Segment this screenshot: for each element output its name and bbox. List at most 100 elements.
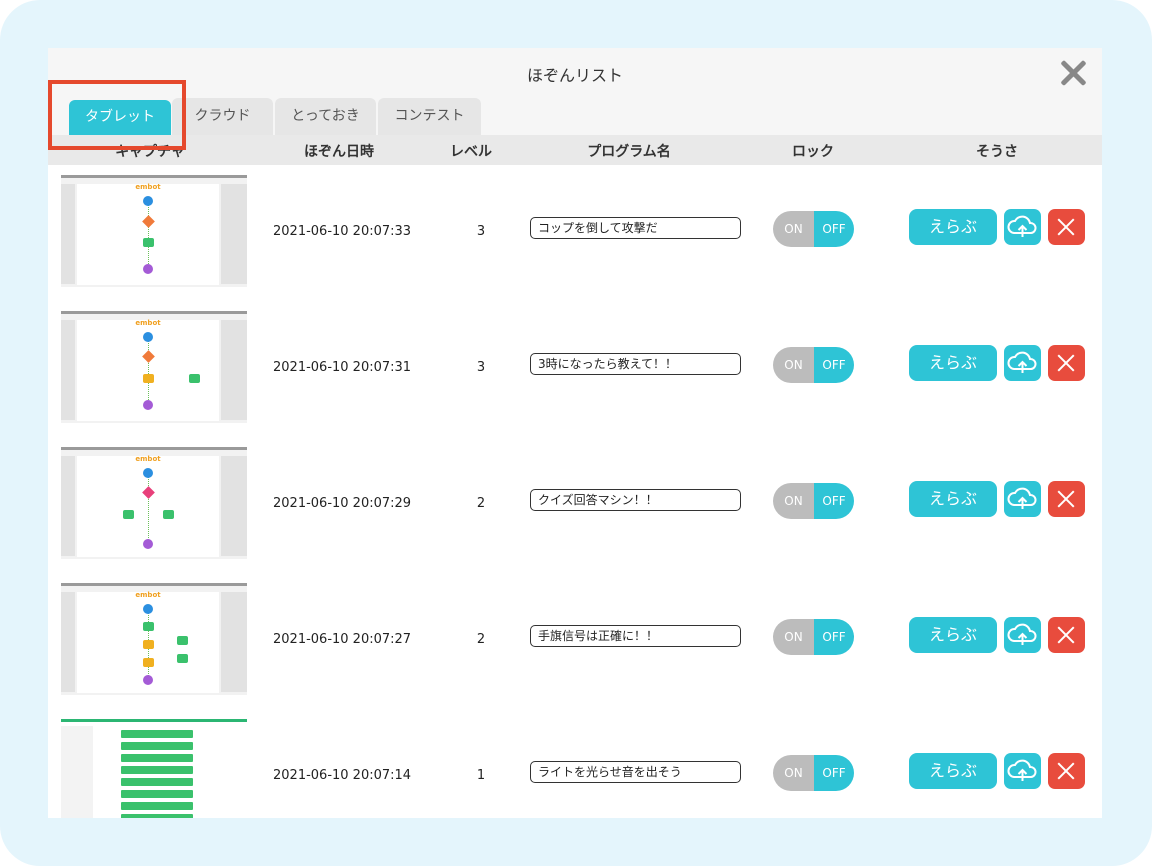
col-lock: ロック bbox=[792, 144, 834, 160]
lock-toggle[interactable]: ON OFF bbox=[773, 347, 854, 383]
thumb-brand: embot bbox=[135, 183, 161, 191]
thumb-canvas: embot bbox=[77, 455, 219, 557]
thumb-end-node bbox=[143, 539, 153, 549]
level-value: 3 bbox=[476, 224, 486, 239]
program-thumbnail[interactable]: embot bbox=[61, 175, 247, 287]
thumb-action-node-2 bbox=[163, 510, 174, 519]
cloud-upload-icon bbox=[1007, 759, 1037, 781]
col-name: プログラム名 bbox=[587, 144, 671, 160]
program-thumbnail[interactable]: embot bbox=[61, 447, 247, 559]
upload-cloud-icon[interactable] bbox=[1004, 753, 1041, 789]
level-value: 1 bbox=[476, 768, 486, 783]
lock-toggle[interactable]: ON OFF bbox=[773, 755, 854, 791]
delete-button[interactable] bbox=[1048, 617, 1085, 653]
thumb-side-action-node-2 bbox=[177, 654, 188, 663]
thumb-action-node bbox=[143, 238, 154, 247]
lock-on[interactable]: ON bbox=[773, 347, 814, 383]
col-ops: そうさ bbox=[976, 144, 1018, 160]
upload-cloud-icon[interactable] bbox=[1004, 209, 1041, 245]
program-name-field[interactable]: クイズ回答マシン！！ bbox=[530, 489, 741, 511]
table-row: embot 2021-06-10 20:07:31 3 3時になったら教えて！！… bbox=[48, 302, 1102, 438]
upload-cloud-icon[interactable] bbox=[1004, 481, 1041, 517]
cloud-upload-icon bbox=[1007, 487, 1037, 509]
tab-contest[interactable]: コンテスト bbox=[378, 98, 481, 135]
level-value: 2 bbox=[476, 632, 486, 647]
thumb-action-node bbox=[143, 622, 154, 631]
save-date: 2021-06-10 20:07:31 bbox=[273, 360, 412, 375]
lock-on[interactable]: ON bbox=[773, 755, 814, 791]
thumb-connector bbox=[148, 200, 149, 272]
col-level: レベル bbox=[450, 144, 492, 160]
table-row: embot 2021-06-10 20:07:33 3 コップを倒して攻撃だ O… bbox=[48, 166, 1102, 302]
lock-on[interactable]: ON bbox=[773, 619, 814, 655]
select-button[interactable]: えらぶ bbox=[909, 617, 997, 653]
tab-favorites[interactable]: とっておき bbox=[275, 98, 376, 135]
thumb-connector bbox=[148, 472, 149, 544]
program-name-field[interactable]: 3時になったら教えて！！ bbox=[530, 353, 741, 375]
save-date: 2021-06-10 20:07:27 bbox=[273, 632, 412, 647]
thumb-side-action-node bbox=[177, 636, 188, 645]
lock-on[interactable]: ON bbox=[773, 211, 814, 247]
thumb-condition-node bbox=[142, 350, 155, 363]
delete-button[interactable] bbox=[1048, 209, 1085, 245]
lock-toggle[interactable]: ON OFF bbox=[773, 619, 854, 655]
lock-toggle[interactable]: ON OFF bbox=[773, 483, 854, 519]
col-capture: キャプチャ bbox=[115, 144, 185, 160]
thumb-block bbox=[121, 778, 193, 786]
table-row: embot 2021-06-10 20:07:27 2 手旗信号は正確に！！ O… bbox=[48, 574, 1102, 710]
lock-off[interactable]: OFF bbox=[814, 347, 854, 383]
col-date: ほぞん日時 bbox=[304, 144, 374, 160]
cloud-upload-icon bbox=[1007, 623, 1037, 645]
select-button[interactable]: えらぶ bbox=[909, 345, 997, 381]
delete-button[interactable] bbox=[1048, 481, 1085, 517]
thumb-action-node bbox=[189, 374, 200, 383]
thumb-action-node bbox=[123, 510, 134, 519]
thumb-block bbox=[121, 814, 193, 818]
level-value: 3 bbox=[476, 360, 486, 375]
program-thumbnail[interactable]: embot bbox=[61, 583, 247, 695]
select-button[interactable]: えらぶ bbox=[909, 209, 997, 245]
program-name-field[interactable]: 手旗信号は正確に！！ bbox=[530, 625, 741, 647]
lock-off[interactable]: OFF bbox=[814, 483, 854, 519]
upload-cloud-icon[interactable] bbox=[1004, 617, 1041, 653]
program-name-field[interactable]: ライトを光らせ音を出そう bbox=[530, 761, 741, 783]
thumb-canvas: embot bbox=[77, 183, 219, 285]
thumb-block bbox=[121, 766, 193, 774]
table-header: キャプチャ ほぞん日時 レベル プログラム名 ロック そうさ bbox=[48, 135, 1102, 165]
tab-tablet[interactable]: タブレット bbox=[69, 100, 171, 135]
level-value: 2 bbox=[476, 496, 486, 511]
tab-cloud[interactable]: クラウド bbox=[172, 98, 273, 135]
thumb-start-node bbox=[143, 332, 153, 342]
upload-cloud-icon[interactable] bbox=[1004, 345, 1041, 381]
program-name-field[interactable]: コップを倒して攻撃だ bbox=[530, 217, 741, 239]
lock-off[interactable]: OFF bbox=[814, 619, 854, 655]
save-date: 2021-06-10 20:07:29 bbox=[273, 496, 412, 511]
thumb-connector bbox=[148, 336, 149, 408]
lock-off[interactable]: OFF bbox=[814, 755, 854, 791]
thumb-end-node bbox=[143, 264, 153, 274]
delete-button[interactable] bbox=[1048, 753, 1085, 789]
close-icon[interactable] bbox=[1058, 58, 1088, 88]
thumb-loop-node-2 bbox=[143, 658, 154, 667]
thumb-loop-node bbox=[143, 374, 154, 383]
thumb-sidebar bbox=[61, 592, 75, 692]
save-date: 2021-06-10 20:07:33 bbox=[273, 224, 412, 239]
select-button[interactable]: えらぶ bbox=[909, 753, 997, 789]
thumb-canvas: embot bbox=[77, 319, 219, 421]
thumb-end-node bbox=[143, 400, 153, 410]
lock-on[interactable]: ON bbox=[773, 483, 814, 519]
select-button[interactable]: えらぶ bbox=[909, 481, 997, 517]
lock-toggle[interactable]: ON OFF bbox=[773, 211, 854, 247]
save-list-dialog: ほぞんリスト タブレット クラウド とっておき コンテスト キャプチャ ほぞん日… bbox=[48, 48, 1102, 818]
delete-button[interactable] bbox=[1048, 345, 1085, 381]
lock-off[interactable]: OFF bbox=[814, 211, 854, 247]
thumb-sidebar bbox=[61, 320, 75, 420]
table-row: 2021-06-10 20:07:14 1 ライトを光らせ音を出そう ON OF… bbox=[48, 710, 1102, 818]
thumb-block bbox=[121, 742, 193, 750]
thumb-brand: embot bbox=[135, 319, 161, 327]
program-thumbnail[interactable]: embot bbox=[61, 311, 247, 423]
cloud-upload-icon bbox=[1007, 351, 1037, 373]
thumb-end-node bbox=[143, 675, 153, 685]
dialog-header: ほぞんリスト タブレット クラウド とっておき コンテスト bbox=[48, 48, 1102, 135]
program-thumbnail[interactable] bbox=[61, 719, 247, 818]
